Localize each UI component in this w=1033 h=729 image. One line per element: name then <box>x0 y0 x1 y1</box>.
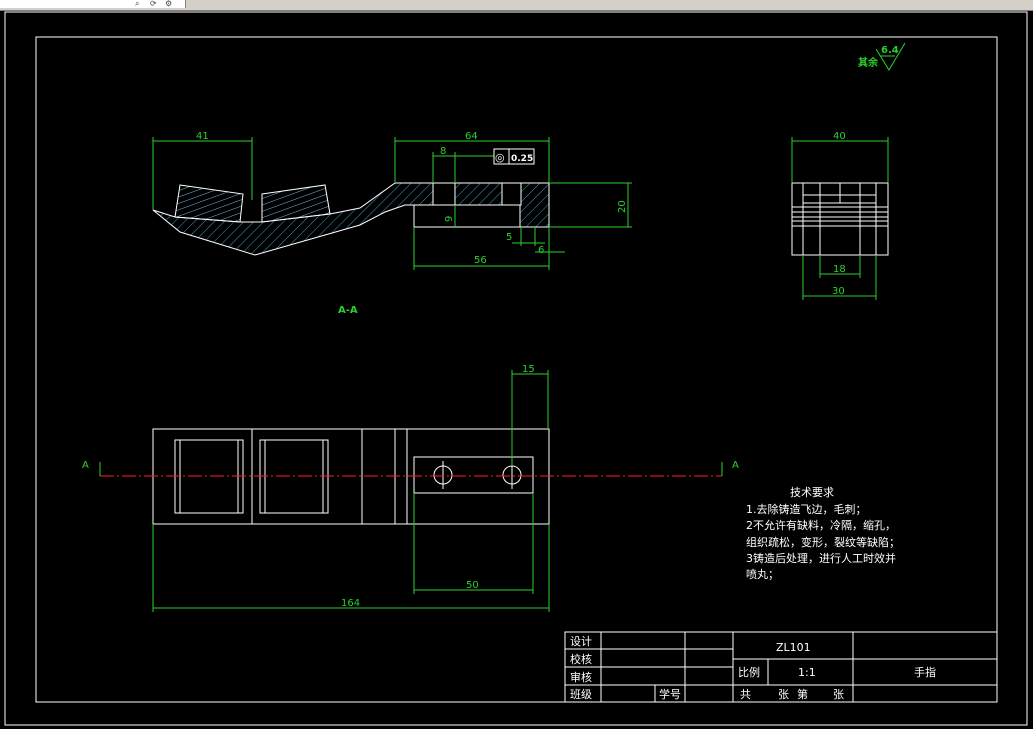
tb-sheets-unit: 张 <box>778 688 789 701</box>
side-view: 40 18 30 <box>791 131 889 300</box>
requirement-line-1: 1.去除铸造飞边，毛刺； <box>746 502 867 516</box>
tb-part-name: 手指 <box>914 665 936 679</box>
section-marker-right: A <box>732 460 739 471</box>
requirement-line-4: 3铸造后处理，进行人工时效并 <box>746 551 896 565</box>
tb-design: 设计 <box>570 635 592 648</box>
dim-18: 18 <box>833 264 846 275</box>
tolerance-symbol: ◎ <box>495 151 505 164</box>
tb-review: 审核 <box>570 670 592 684</box>
tb-class: 班级 <box>570 688 592 701</box>
requirement-line-3: 组织疏松，变形，裂纹等缺陷； <box>746 535 900 549</box>
surface-finish-symbol: 其余 6.4 <box>858 42 906 71</box>
outer-border <box>4 11 1028 726</box>
dim-20: 20 <box>617 200 628 213</box>
surface-finish-note: 其余 <box>858 56 879 69</box>
drawing-frame <box>35 36 998 703</box>
requirement-line-5: 喷丸； <box>746 568 779 581</box>
dim-8: 8 <box>440 146 446 157</box>
requirements-title: 技术要求 <box>790 486 834 499</box>
top-view: A A 15 50 164 <box>82 364 739 612</box>
drawing-canvas: 其余 6.4 41 64 8 ◎ 0.25 20 9 5 6 56 A-A 40… <box>4 11 1028 726</box>
requirement-line-2: 2不允许有缺料，冷隔，缩孔， <box>746 518 896 532</box>
tb-sheet-no: 第 <box>797 687 808 701</box>
tb-sheets-total: 共 <box>740 688 751 701</box>
dim-64: 64 <box>465 131 478 142</box>
dim-40: 40 <box>833 131 846 142</box>
tolerance-frame: ◎ 0.25 <box>493 148 535 165</box>
tb-sheet-unit: 张 <box>833 688 844 701</box>
dim-6: 6 <box>538 245 544 256</box>
dim-30: 30 <box>832 286 845 297</box>
dim-15: 15 <box>522 364 535 375</box>
tb-student-no: 学号 <box>659 687 681 701</box>
search-icon[interactable]: ⌕ <box>135 0 139 8</box>
command-input[interactable] <box>0 0 186 8</box>
dim-164: 164 <box>341 598 360 609</box>
refresh-icon[interactable]: ⟳ <box>150 0 157 8</box>
technical-requirements: 技术要求 1.去除铸造飞边，毛刺； 2不允许有缺料，冷隔，缩孔， 组织疏松，变形… <box>746 486 900 581</box>
section-marker-left: A <box>82 460 89 471</box>
section-view: 41 64 8 ◎ 0.25 20 9 5 6 56 A-A <box>152 131 632 316</box>
surface-finish-value: 6.4 <box>881 45 899 56</box>
dim-50: 50 <box>466 580 479 591</box>
left-pad <box>174 184 244 223</box>
dim-5: 5 <box>506 232 512 243</box>
dim-9: 9 <box>444 216 455 222</box>
tb-scale: 1:1 <box>798 666 816 679</box>
tb-material: ZL101 <box>776 641 811 654</box>
tb-scale-label: 比例 <box>738 665 760 679</box>
dim-56: 56 <box>474 255 487 266</box>
tb-check: 校核 <box>570 652 592 666</box>
settings-icon[interactable]: ⚙ <box>165 0 172 8</box>
tolerance-value: 0.25 <box>511 154 533 164</box>
dim-41: 41 <box>196 131 209 142</box>
section-label: A-A <box>338 305 358 316</box>
